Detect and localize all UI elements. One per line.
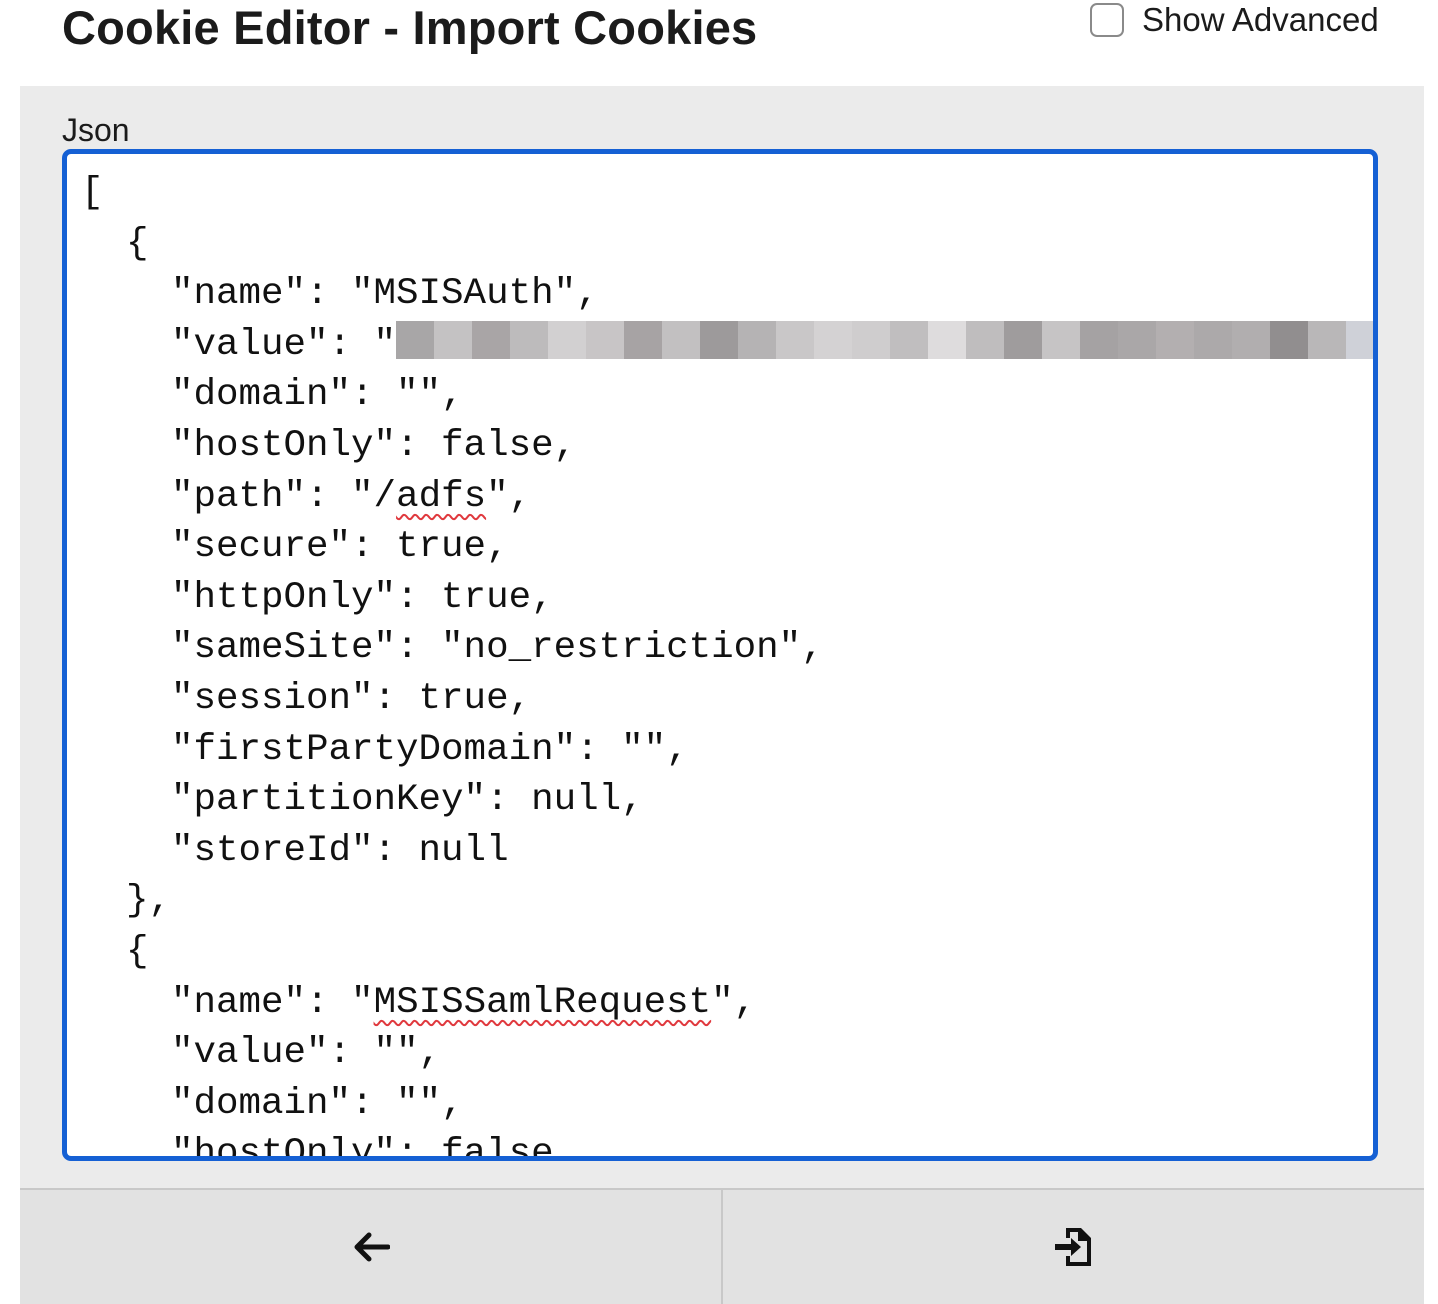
import-button[interactable] bbox=[721, 1190, 1424, 1304]
code-line: { bbox=[81, 930, 149, 973]
show-advanced-checkbox[interactable] bbox=[1090, 3, 1124, 37]
code-line: "httpOnly": true, bbox=[81, 576, 554, 619]
file-import-icon bbox=[1054, 1228, 1091, 1266]
code-line: "partitionKey": null, bbox=[81, 779, 644, 822]
page-title: Cookie Editor - Import Cookies bbox=[62, 1, 758, 54]
json-label: Json bbox=[62, 112, 130, 148]
code-line: [ bbox=[81, 172, 104, 214]
code-line: "storeId": null bbox=[81, 829, 509, 872]
back-button[interactable] bbox=[20, 1190, 721, 1304]
code-line-value-redacted: "value": " bbox=[81, 320, 1373, 371]
code-line: "name": "MSISSamlRequest", bbox=[81, 981, 757, 1024]
show-advanced-label[interactable]: Show Advanced bbox=[1142, 1, 1379, 39]
code-line: "path": "/adfs", bbox=[81, 475, 532, 518]
code-line: "name": "MSISAuth", bbox=[81, 273, 599, 316]
code-line: "session": true, bbox=[81, 677, 532, 720]
code-line: }, bbox=[81, 880, 172, 923]
spellcheck-word: MSISSamlRequest bbox=[373, 981, 712, 1024]
code-line: "sameSite": "no_restriction", bbox=[81, 627, 824, 670]
import-panel: Json [ { "name": "MSISAuth", "value": " … bbox=[20, 86, 1424, 1188]
arrow-left-icon bbox=[354, 1232, 390, 1262]
code-line: { bbox=[81, 222, 149, 265]
code-line: "hostOnly": false, bbox=[81, 1133, 577, 1161]
code-line: "domain": "", bbox=[81, 374, 464, 417]
json-code[interactable]: [ { "name": "MSISAuth", "value": " "doma… bbox=[81, 168, 1373, 1161]
code-line: "hostOnly": false, bbox=[81, 424, 577, 467]
code-line: "secure": true, bbox=[81, 526, 509, 569]
show-advanced-toggle[interactable]: Show Advanced bbox=[1090, 0, 1379, 40]
code-line: "value": "", bbox=[81, 1032, 442, 1075]
json-textarea[interactable]: [ { "name": "MSISAuth", "value": " "doma… bbox=[62, 149, 1378, 1161]
code-line: "value": " bbox=[81, 323, 397, 366]
code-line: "firstPartyDomain": "", bbox=[81, 728, 689, 771]
footer-bar bbox=[20, 1188, 1424, 1304]
code-line: "domain": "", bbox=[81, 1082, 464, 1125]
spellcheck-word: adfs bbox=[396, 475, 487, 518]
redacted-value-block bbox=[396, 320, 1373, 359]
